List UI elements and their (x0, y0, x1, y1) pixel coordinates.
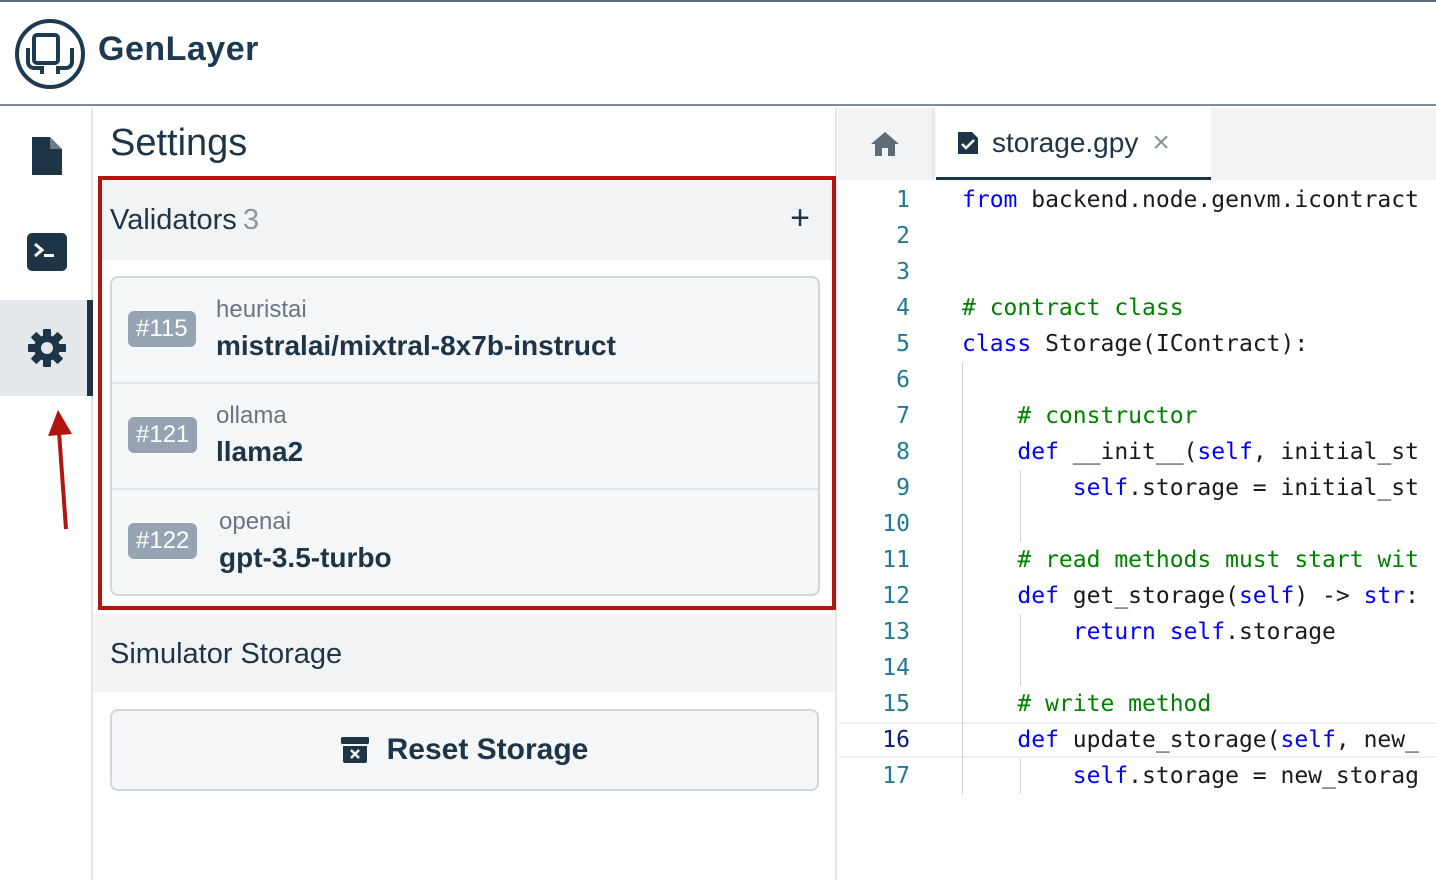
code-line[interactable]: 1 from backend.node.genvm.icontract (838, 182, 1436, 218)
line-number: 3 (896, 259, 910, 285)
sidebar-rail (0, 108, 93, 880)
line-number: 13 (882, 619, 910, 645)
validators-header: Validators 3 + (102, 180, 832, 260)
code-line[interactable]: 12 def get_storage(self) -> str: (838, 578, 1436, 614)
validator-id-badge: #122 (128, 523, 198, 559)
line-number: 6 (896, 367, 910, 393)
validator-model: llama2 (216, 436, 304, 467)
code-line[interactable]: 16 def update_storage(self, new_ (838, 722, 1436, 758)
line-number: 16 (882, 727, 910, 753)
code-text: # write method (1017, 691, 1212, 717)
validator-item[interactable]: #115 heuristai mistralai/mixtral-8x7b-in… (112, 278, 818, 384)
validators-list: #115 heuristai mistralai/mixtral-8x7b-in… (110, 276, 820, 596)
line-number: 9 (896, 475, 910, 501)
line-number: 17 (882, 763, 910, 789)
validator-id-badge: #121 (128, 417, 198, 453)
add-validator-button[interactable]: + (790, 200, 810, 236)
validator-provider: openai (219, 508, 292, 535)
code-line[interactable]: 10 (838, 506, 1436, 542)
brand-name: GenLayer (98, 30, 259, 68)
line-number: 8 (896, 439, 910, 465)
line-number: 15 (882, 691, 910, 717)
code-text: class Storage(IContract): (962, 331, 1309, 357)
line-number: 5 (896, 331, 910, 357)
tab-storage-gpy[interactable]: storage.gpy × (936, 108, 1211, 180)
simulator-storage-header: Simulator Storage (93, 614, 835, 692)
line-number: 10 (882, 511, 910, 537)
code-line[interactable]: 17 self.storage = new_storag (838, 758, 1436, 794)
validators-title: Validators 3 (110, 204, 259, 237)
reset-storage-label: Reset Storage (386, 733, 589, 766)
code-editor: storage.gpy × 1 from backend.node.genvm.i… (838, 108, 1436, 880)
line-number: 4 (896, 295, 910, 321)
code-line[interactable]: 11 # read methods must start wit (838, 542, 1436, 578)
validators-section-highlight: Validators 3 + #115 heuristai mistralai/m… (98, 176, 836, 610)
gear-icon (27, 329, 66, 367)
editor-tabbar: storage.gpy × (838, 108, 1436, 180)
code-line[interactable]: 13 return self.storage (838, 614, 1436, 650)
validator-provider: heuristai (216, 296, 307, 323)
code-line[interactable]: 5 class Storage(IContract): (838, 326, 1436, 362)
code-text: self.storage = initial_st (1072, 475, 1419, 501)
code-text: # constructor (1017, 403, 1198, 429)
code-line[interactable]: 6 (838, 362, 1436, 398)
validator-id-badge: #115 (128, 311, 196, 347)
code-line[interactable]: 7 # constructor (838, 398, 1436, 434)
home-icon (871, 132, 899, 156)
validator-provider: ollama (216, 402, 287, 429)
code-text: # contract class (962, 295, 1184, 321)
close-tab-icon[interactable]: × (1152, 126, 1170, 160)
terminal-icon (26, 233, 67, 271)
validators-count: 3 (242, 204, 259, 236)
code-line[interactable]: 4 # contract class (838, 290, 1436, 326)
sidebar-item-contracts[interactable] (0, 108, 93, 204)
code-line[interactable]: 14 (838, 650, 1436, 686)
line-number: 2 (896, 223, 910, 249)
code-text: self.storage = new_storag (1072, 763, 1419, 789)
code-text: def __init__(self, initial_st (1017, 439, 1419, 465)
genlayer-logo-icon (15, 19, 85, 89)
archive-icon (340, 737, 369, 763)
validator-model: mistralai/mixtral-8x7b-instruct (216, 330, 616, 361)
code-area[interactable]: 1 from backend.node.genvm.icontract 2 3 4 # c… (838, 182, 1436, 794)
code-line[interactable]: 2 (838, 218, 1436, 254)
line-number: 14 (882, 655, 910, 681)
validators-label: Validators (110, 204, 237, 236)
line-number: 1 (896, 187, 910, 213)
file-check-icon (958, 131, 978, 154)
sidebar-item-terminal[interactable] (0, 204, 93, 300)
code-line[interactable]: 3 (838, 254, 1436, 290)
validator-item[interactable]: #121 ollama llama2 (112, 384, 818, 490)
code-text: def update_storage(self, new_ (1017, 727, 1419, 753)
app-header: GenLayer (0, 2, 1436, 106)
indent-guide (1020, 470, 1021, 542)
annotation-arrow-icon (48, 410, 72, 530)
tab-home[interactable] (838, 108, 934, 180)
line-number: 12 (882, 583, 910, 609)
simulator-storage-title: Simulator Storage (110, 638, 343, 670)
tab-file-name: storage.gpy (992, 126, 1139, 158)
line-number: 7 (896, 403, 910, 429)
indent-guide (1020, 758, 1021, 794)
indent-guide (1020, 614, 1021, 686)
sidebar-item-settings[interactable] (0, 300, 93, 396)
code-text: from backend.node.genvm.icontract (962, 187, 1419, 213)
code-text: return self.storage (1072, 619, 1336, 645)
file-icon (31, 137, 62, 175)
validator-model: gpt-3.5-turbo (219, 542, 392, 573)
code-line[interactable]: 15 # write method (838, 686, 1436, 722)
code-text: # read methods must start wit (1017, 547, 1419, 573)
code-line[interactable]: 9 self.storage = initial_st (838, 470, 1436, 506)
validator-item[interactable]: #122 openai gpt-3.5-turbo (112, 490, 818, 594)
line-number: 11 (882, 547, 910, 573)
page-title: Settings (110, 122, 248, 164)
code-line[interactable]: 8 def __init__(self, initial_st (838, 434, 1436, 470)
reset-storage-button[interactable]: Reset Storage (110, 709, 819, 791)
settings-panel: Settings Validators 3 + #115 heuristai mi… (93, 108, 837, 880)
code-text: def get_storage(self) -> str: (1017, 583, 1419, 609)
indent-guide (962, 362, 963, 794)
